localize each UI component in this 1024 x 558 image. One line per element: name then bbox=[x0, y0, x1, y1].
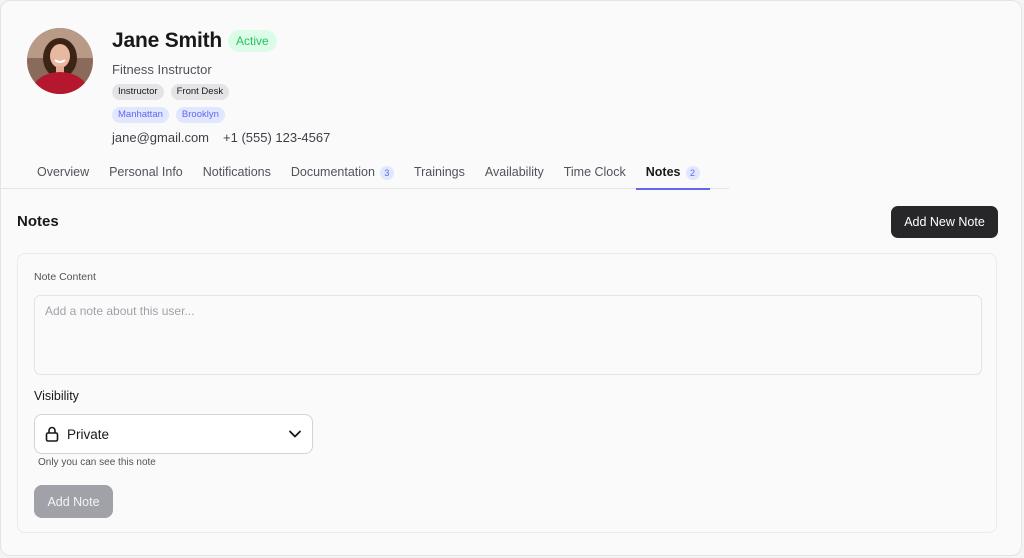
tab-trainings[interactable]: Trainings bbox=[404, 165, 475, 189]
tab-label: Time Clock bbox=[563, 165, 626, 179]
tab-notes[interactable]: Notes 2 bbox=[635, 165, 710, 190]
user-job-title: Fitness Instructor bbox=[112, 62, 212, 77]
role-chips: Instructor Front Desk bbox=[112, 84, 230, 100]
tab-label: Availability bbox=[484, 165, 544, 179]
role-chip: Front Desk bbox=[170, 84, 230, 100]
tab-personal-info[interactable]: Personal Info bbox=[99, 165, 193, 189]
tab-time-clock[interactable]: Time Clock bbox=[554, 165, 636, 189]
chevron-down-icon bbox=[289, 430, 301, 438]
notes-section-title: Notes bbox=[17, 213, 59, 230]
visibility-value: Private bbox=[67, 426, 110, 442]
user-name: Jane Smith bbox=[112, 29, 223, 52]
tab-label: Overview bbox=[37, 165, 90, 179]
new-note-form: Note Content Visibility Private Only you… bbox=[17, 253, 997, 533]
tab-documentation[interactable]: Documentation 3 bbox=[281, 165, 404, 189]
add-new-note-button[interactable]: Add New Note bbox=[891, 206, 998, 238]
add-note-button[interactable]: Add Note bbox=[34, 485, 113, 518]
lock-icon bbox=[45, 426, 59, 442]
tab-label: Personal Info bbox=[109, 165, 183, 179]
user-email: jane@gmail.com bbox=[112, 130, 210, 145]
visibility-helper-text: Only you can see this note bbox=[38, 457, 156, 468]
tab-availability[interactable]: Availability bbox=[475, 165, 554, 189]
tab-label: Notifications bbox=[202, 165, 271, 179]
tab-label: Trainings bbox=[413, 165, 465, 179]
note-content-input[interactable] bbox=[34, 295, 982, 375]
tab-count-badge: 2 bbox=[685, 166, 700, 180]
visibility-select[interactable]: Private bbox=[34, 414, 313, 454]
location-chip: Manhattan bbox=[112, 107, 169, 123]
tab-notifications[interactable]: Notifications bbox=[193, 165, 281, 189]
user-phone: +1 (555) 123-4567 bbox=[223, 130, 331, 145]
contact-info: jane@gmail.com +1 (555) 123-4567 bbox=[112, 130, 330, 145]
role-chip: Instructor bbox=[112, 84, 164, 100]
status-badge: Active bbox=[228, 30, 277, 52]
tab-label: Documentation bbox=[290, 165, 375, 179]
avatar bbox=[27, 28, 93, 94]
user-profile-page: Jane Smith Active Fitness Instructor Ins… bbox=[0, 0, 1022, 556]
profile-tabs: Overview Personal Info Notifications Doc… bbox=[1, 165, 729, 190]
visibility-label: Visibility bbox=[34, 389, 79, 403]
location-chip: Brooklyn bbox=[175, 107, 225, 123]
location-chips: Manhattan Brooklyn bbox=[112, 107, 225, 123]
note-content-label: Note Content bbox=[34, 271, 96, 283]
tab-label: Notes bbox=[645, 165, 681, 179]
tab-overview[interactable]: Overview bbox=[1, 165, 99, 189]
tab-count-badge: 3 bbox=[379, 166, 394, 180]
